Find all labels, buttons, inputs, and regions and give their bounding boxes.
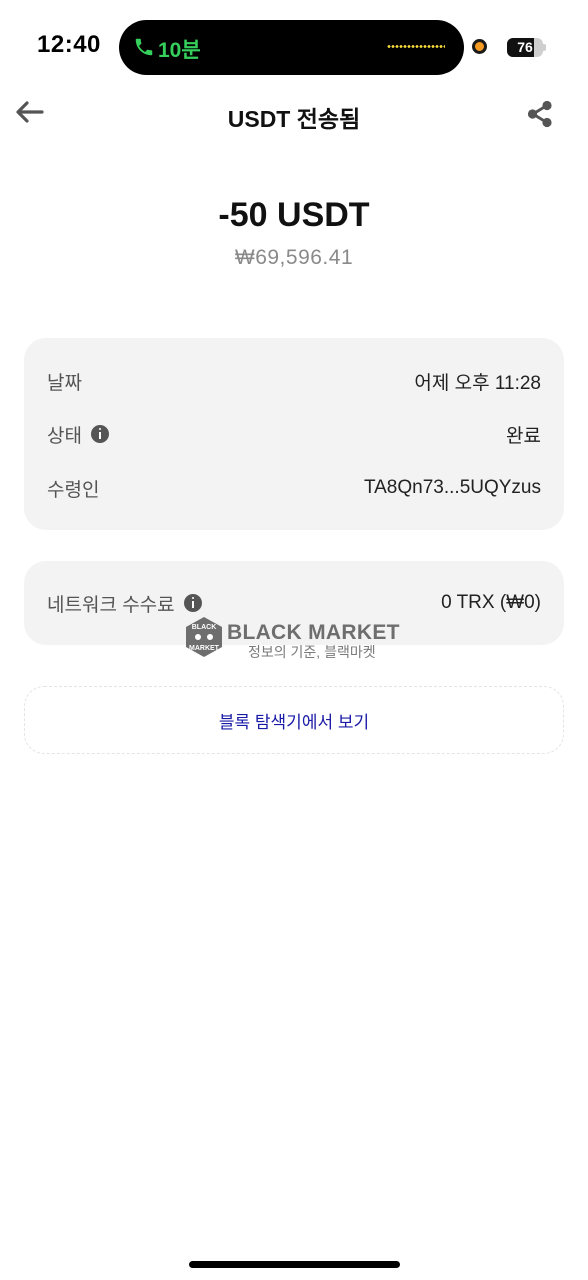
back-button[interactable]	[14, 98, 46, 126]
view-in-explorer-button[interactable]: 블록 탐색기에서 보기	[24, 686, 564, 754]
fee-label-text: 네트워크 수수료	[47, 594, 175, 616]
fee-label: 네트워크 수수료	[47, 590, 202, 617]
explorer-button-label: 블록 탐색기에서 보기	[218, 712, 370, 732]
home-indicator[interactable]	[189, 1261, 400, 1268]
status-time: 12:40	[37, 31, 101, 58]
phone-icon	[135, 38, 153, 56]
detail-label-text: 수령인	[47, 479, 100, 501]
fee-value: 0 TRX (₩0)	[441, 592, 541, 613]
watermark-subtitle: 정보의 기준, 블랙마켓	[248, 644, 376, 660]
dynamic-island-call[interactable]: 10분	[119, 20, 464, 75]
recipient-address[interactable]: TA8Qn73...5UQYzus	[364, 477, 541, 499]
watermark-badge-bottom: MARKET	[189, 645, 220, 652]
detail-value: 완료	[506, 425, 541, 447]
call-duration: 10분	[158, 39, 201, 62]
audio-waveform-icon	[387, 45, 445, 48]
detail-label: 상태	[47, 421, 109, 448]
detail-row-date: 날짜 어제 오후 11:28	[47, 366, 541, 396]
detail-row-recipient: 수령인 TA8Qn73...5UQYzus	[47, 473, 541, 503]
watermark-logo-icon: BLACK MARKET	[186, 617, 222, 657]
detail-label-text: 상태	[47, 425, 82, 447]
fiat-value: ₩69,596.41	[234, 246, 354, 269]
detail-value: 어제 오후 11:28	[414, 372, 541, 394]
detail-label: 날짜	[47, 368, 82, 395]
detail-row-status: 상태 완료	[47, 419, 541, 449]
detail-label: 수령인	[47, 475, 99, 502]
info-icon[interactable]	[183, 594, 202, 612]
details-card: 날짜 어제 오후 11:28 상태 완료 수령인 TA8Qn73...5UQYz…	[24, 338, 564, 530]
share-icon	[527, 100, 552, 128]
detail-label-text: 날짜	[47, 372, 82, 394]
transfer-amount: -50 USDT	[218, 196, 370, 234]
battery-level: 76	[517, 39, 533, 55]
fee-row: 네트워크 수수료 0 TRX (₩0)	[47, 588, 541, 618]
share-button[interactable]	[526, 100, 554, 128]
watermark: BLACK MARKET BLACK MARKET 정보의 기준, 블랙마켓	[183, 616, 403, 662]
page-title: USDT 전송됨	[227, 106, 361, 132]
battery-icon: 76	[507, 38, 543, 57]
recording-indicator-icon	[472, 39, 487, 54]
transaction-detail-screen: 12:40 10분 76 USDT 전송됨 -50 USDT ₩69,596.4…	[0, 0, 588, 1280]
battery-cap	[543, 44, 546, 51]
watermark-badge-top: BLACK	[192, 624, 217, 631]
arrow-left-icon	[16, 101, 44, 123]
info-icon[interactable]	[90, 425, 109, 443]
